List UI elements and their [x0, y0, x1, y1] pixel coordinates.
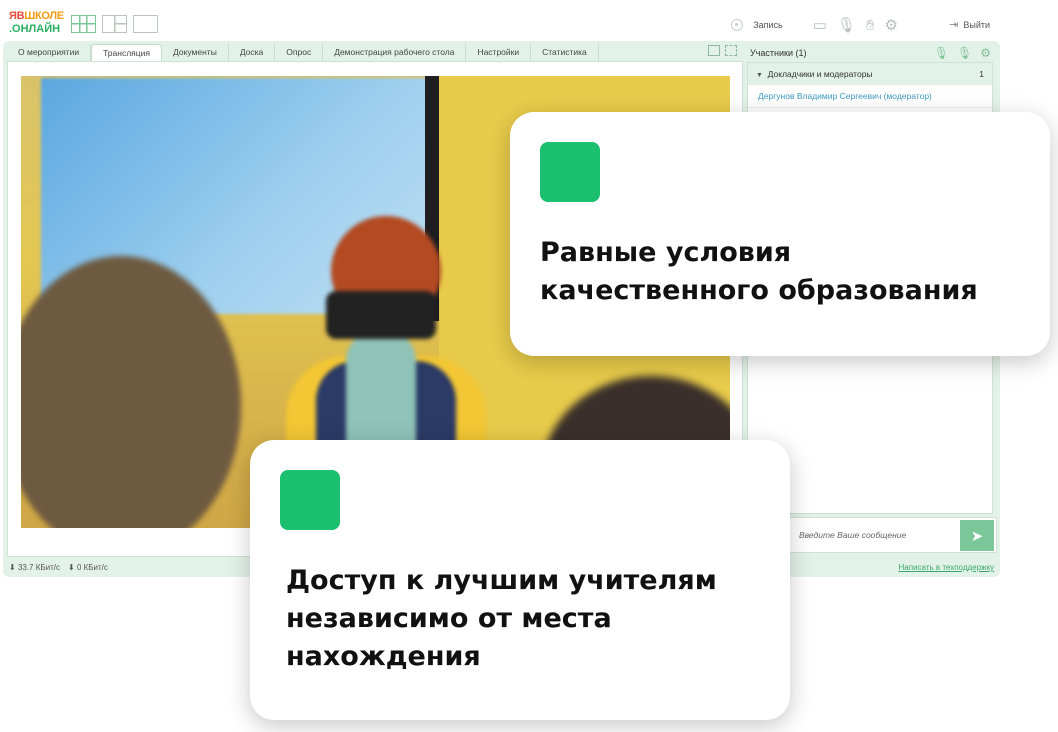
- message-input[interactable]: Введите Ваше сообщение: [799, 530, 906, 540]
- microphone-icon[interactable]: 🎙︎: [837, 16, 856, 34]
- tab-documents[interactable]: Документы: [162, 44, 229, 61]
- tab-screen-share[interactable]: Демонстрация рабочего стола: [323, 44, 467, 61]
- participants-actions: 🎙︎ 🎙︎ ⚙︎: [934, 46, 991, 60]
- group-count: 1: [979, 69, 984, 79]
- download-rate-value: 33.7 КБит/с: [17, 563, 60, 572]
- fullscreen-icon[interactable]: [725, 45, 737, 56]
- mic-off-icon[interactable]: 🎙︎: [957, 46, 972, 60]
- exit-icon: ⇥: [949, 19, 959, 31]
- tab-whiteboard[interactable]: Доска: [229, 44, 276, 61]
- split-layout-icon[interactable]: [102, 15, 127, 33]
- card1-line1: Равные условия: [540, 237, 792, 268]
- grid-layout-icon[interactable]: [71, 15, 96, 33]
- record-label[interactable]: Запись: [753, 20, 783, 30]
- send-button[interactable]: ➤: [960, 520, 994, 551]
- tab-statistics[interactable]: Статистика: [531, 44, 599, 61]
- exit-button[interactable]: ⇥ Выйти: [949, 18, 990, 31]
- single-layout-icon[interactable]: [133, 15, 158, 33]
- settings-icon[interactable]: ⚙︎: [885, 16, 898, 34]
- chevron-down-icon: ▼: [756, 72, 763, 79]
- raise-hand-icon[interactable]: ✋︎: [866, 17, 875, 34]
- feature-card-text: Доступ к лучшим учителям независимо от м…: [286, 562, 786, 676]
- tab-bar: О мероприятии Трансляция Документы Доска…: [7, 44, 599, 63]
- logo-part-a: ЯВ: [9, 10, 25, 22]
- list-item[interactable]: Дергунов Владимир Сергеевич (модератор): [748, 85, 992, 108]
- green-square-icon: [540, 142, 600, 202]
- support-link[interactable]: Написать в техподдержку: [899, 563, 994, 572]
- tab-settings[interactable]: Настройки: [466, 44, 532, 61]
- tab-poll[interactable]: Опрос: [275, 44, 324, 61]
- status-bar: ⬇ 33.7 КБит/с ⬇ 0 КБит/с: [9, 563, 108, 572]
- upload-rate-value: 0 КБит/с: [76, 563, 108, 572]
- logo-part-b: ШКОЛЕ: [24, 10, 64, 22]
- green-square-icon: [280, 470, 340, 530]
- participants-title: Участники (1): [750, 48, 807, 58]
- feature-card-equal-conditions: Равные условия качественного образования: [510, 112, 1050, 356]
- logo[interactable]: ЯВШКОЛЕ .ОНЛАЙН: [9, 10, 64, 38]
- group-label: Докладчики и модераторы: [767, 69, 873, 79]
- camera-icon[interactable]: ▭: [813, 16, 827, 34]
- download-rate: ⬇ 33.7 КБит/с: [9, 563, 60, 572]
- feature-card-text: Равные условия качественного образования: [540, 234, 1040, 310]
- tab-about[interactable]: О мероприятии: [7, 44, 92, 61]
- window-icon[interactable]: [708, 45, 720, 56]
- card1-line2: качественного образования: [540, 275, 978, 306]
- participants-group[interactable]: ▼ Докладчики и модераторы 1: [748, 63, 992, 85]
- view-controls: [708, 45, 737, 56]
- paper-plane-icon: ➤: [970, 527, 984, 545]
- upload-rate: ⬇ 0 КБит/с: [68, 563, 108, 572]
- mic-on-icon[interactable]: 🎙︎: [934, 46, 949, 60]
- record-icon[interactable]: [731, 19, 744, 31]
- gear-icon[interactable]: ⚙︎: [980, 46, 991, 60]
- media-controls: Запись ▭ 🎙︎ ✋︎ ⚙︎: [731, 16, 898, 34]
- card2-line1: Доступ к лучшим учителям: [286, 565, 717, 596]
- card2-line3: нахождения: [286, 641, 481, 672]
- layout-switcher: [71, 15, 158, 33]
- logo-part-c: .ОНЛАЙН: [9, 23, 61, 35]
- card2-line2: независимо от места: [286, 603, 612, 634]
- feature-card-best-teachers: Доступ к лучшим учителям независимо от м…: [250, 440, 790, 720]
- exit-label: Выйти: [963, 19, 990, 30]
